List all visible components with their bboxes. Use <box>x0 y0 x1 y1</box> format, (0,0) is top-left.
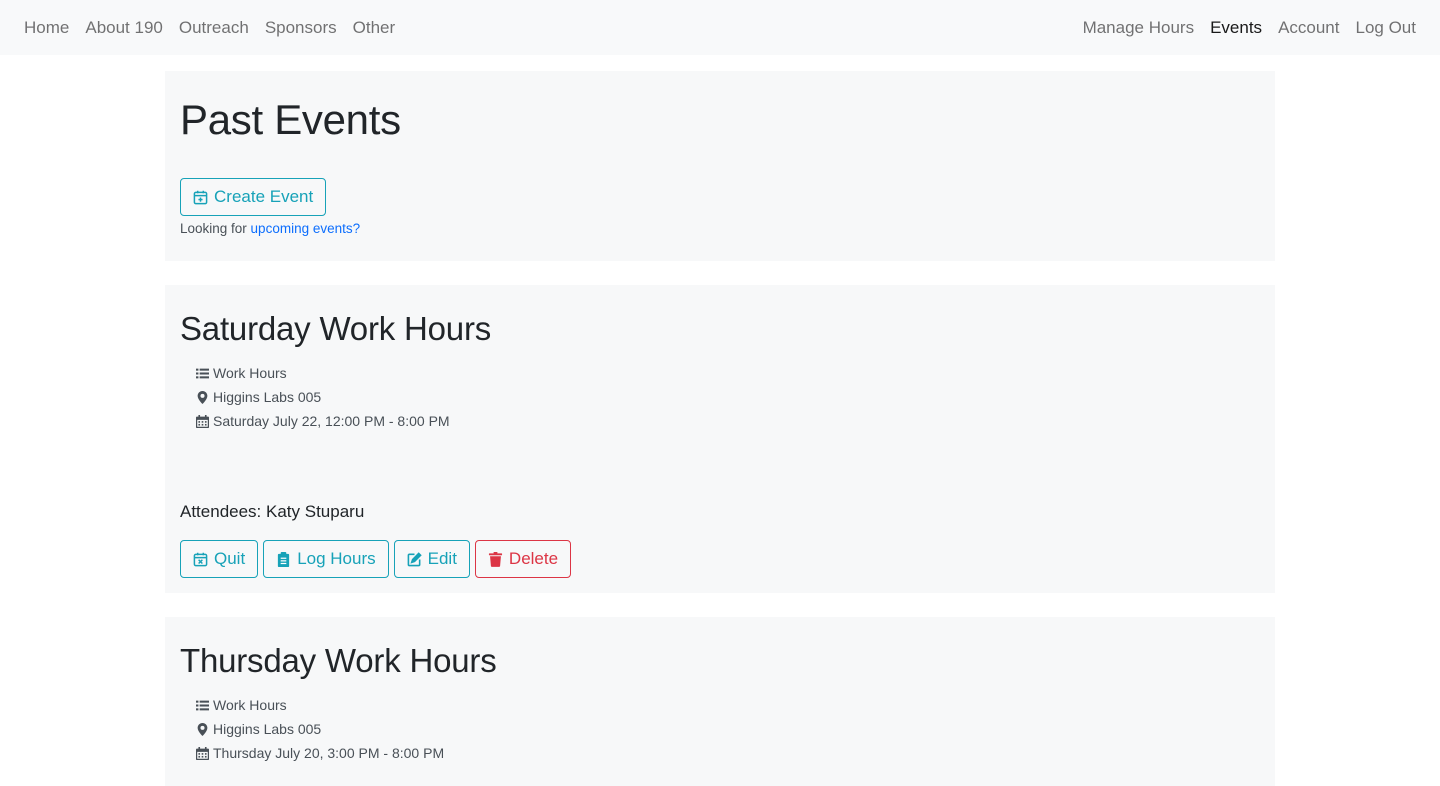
quit-button[interactable]: Quit <box>180 540 259 578</box>
nav-right: Manage Hours Events Account Log Out <box>1075 18 1424 38</box>
event-location: Higgins Labs 005 <box>196 717 1260 741</box>
top-navbar: Home About 190 Outreach Sponsors Other M… <box>0 0 1440 55</box>
event-location: Higgins Labs 005 <box>196 385 1260 409</box>
nav-log-out[interactable]: Log Out <box>1348 18 1425 38</box>
list-icon <box>196 368 209 378</box>
upcoming-hint-text: Looking for <box>180 221 251 236</box>
nav-events[interactable]: Events <box>1202 18 1270 38</box>
edit-icon <box>407 551 422 566</box>
nav-outreach[interactable]: Outreach <box>171 18 257 38</box>
edit-label: Edit <box>427 549 457 568</box>
nav-about-190[interactable]: About 190 <box>77 18 171 38</box>
calendar-x-icon <box>193 552 208 566</box>
nav-other[interactable]: Other <box>345 18 404 38</box>
page-header: Past Events Create Event Looking for upc… <box>165 71 1275 261</box>
create-event-label: Create Event <box>214 187 314 206</box>
edit-button[interactable]: Edit <box>393 540 470 578</box>
nav-manage-hours[interactable]: Manage Hours <box>1075 18 1203 38</box>
event-meta: Work Hours Higgins Labs 005 Thursday Jul… <box>180 693 1260 765</box>
event-title: Saturday Work Hours <box>180 310 492 347</box>
event-datetime-text: Thursday July 20, 3:00 PM - 8:00 PM <box>213 745 445 761</box>
event-actions: Quit Log Hours Edit Delete <box>180 540 1260 578</box>
event-category-text: Work Hours <box>213 697 287 713</box>
list-icon <box>196 700 209 710</box>
event-category: Work Hours <box>196 361 1260 385</box>
upcoming-hint: Looking for upcoming events? <box>180 221 1260 236</box>
trash-icon <box>488 551 502 567</box>
quit-label: Quit <box>214 549 246 568</box>
nav-sponsors[interactable]: Sponsors <box>257 18 345 38</box>
event-card: Thursday Work Hours Work Hours Higgins L… <box>165 617 1275 786</box>
event-attendees: Attendees: Katy Stuparu <box>180 502 365 521</box>
upcoming-events-link[interactable]: upcoming events? <box>251 221 361 236</box>
map-marker-icon <box>197 390 208 404</box>
create-event-button[interactable]: Create Event <box>180 178 327 216</box>
map-marker-icon <box>197 722 208 736</box>
calendar-icon <box>196 746 209 760</box>
nav-left: Home About 190 Outreach Sponsors Other <box>16 18 403 38</box>
event-meta: Work Hours Higgins Labs 005 Saturday Jul… <box>180 361 1260 433</box>
event-location-text: Higgins Labs 005 <box>213 721 322 737</box>
nav-home[interactable]: Home <box>16 18 77 38</box>
calendar-icon <box>196 414 209 428</box>
event-datetime-text: Saturday July 22, 12:00 PM - 8:00 PM <box>213 413 450 429</box>
delete-label: Delete <box>508 549 559 568</box>
log-hours-label: Log Hours <box>297 549 376 568</box>
clipboard-icon <box>278 551 290 567</box>
calendar-plus-icon <box>193 190 208 204</box>
event-category-text: Work Hours <box>213 365 287 381</box>
page-title: Past Events <box>180 96 401 143</box>
nav-account[interactable]: Account <box>1270 18 1347 38</box>
event-datetime: Saturday July 22, 12:00 PM - 8:00 PM <box>196 409 1260 433</box>
event-location-text: Higgins Labs 005 <box>213 389 322 405</box>
delete-button[interactable]: Delete <box>474 540 572 578</box>
log-hours-button[interactable]: Log Hours <box>263 540 389 578</box>
event-card: Saturday Work Hours Work Hours Higgins L… <box>165 285 1275 593</box>
event-title: Thursday Work Hours <box>180 642 497 679</box>
event-category: Work Hours <box>196 693 1260 717</box>
event-datetime: Thursday July 20, 3:00 PM - 8:00 PM <box>196 741 1260 765</box>
main-content: Past Events Create Event Looking for upc… <box>165 71 1275 786</box>
